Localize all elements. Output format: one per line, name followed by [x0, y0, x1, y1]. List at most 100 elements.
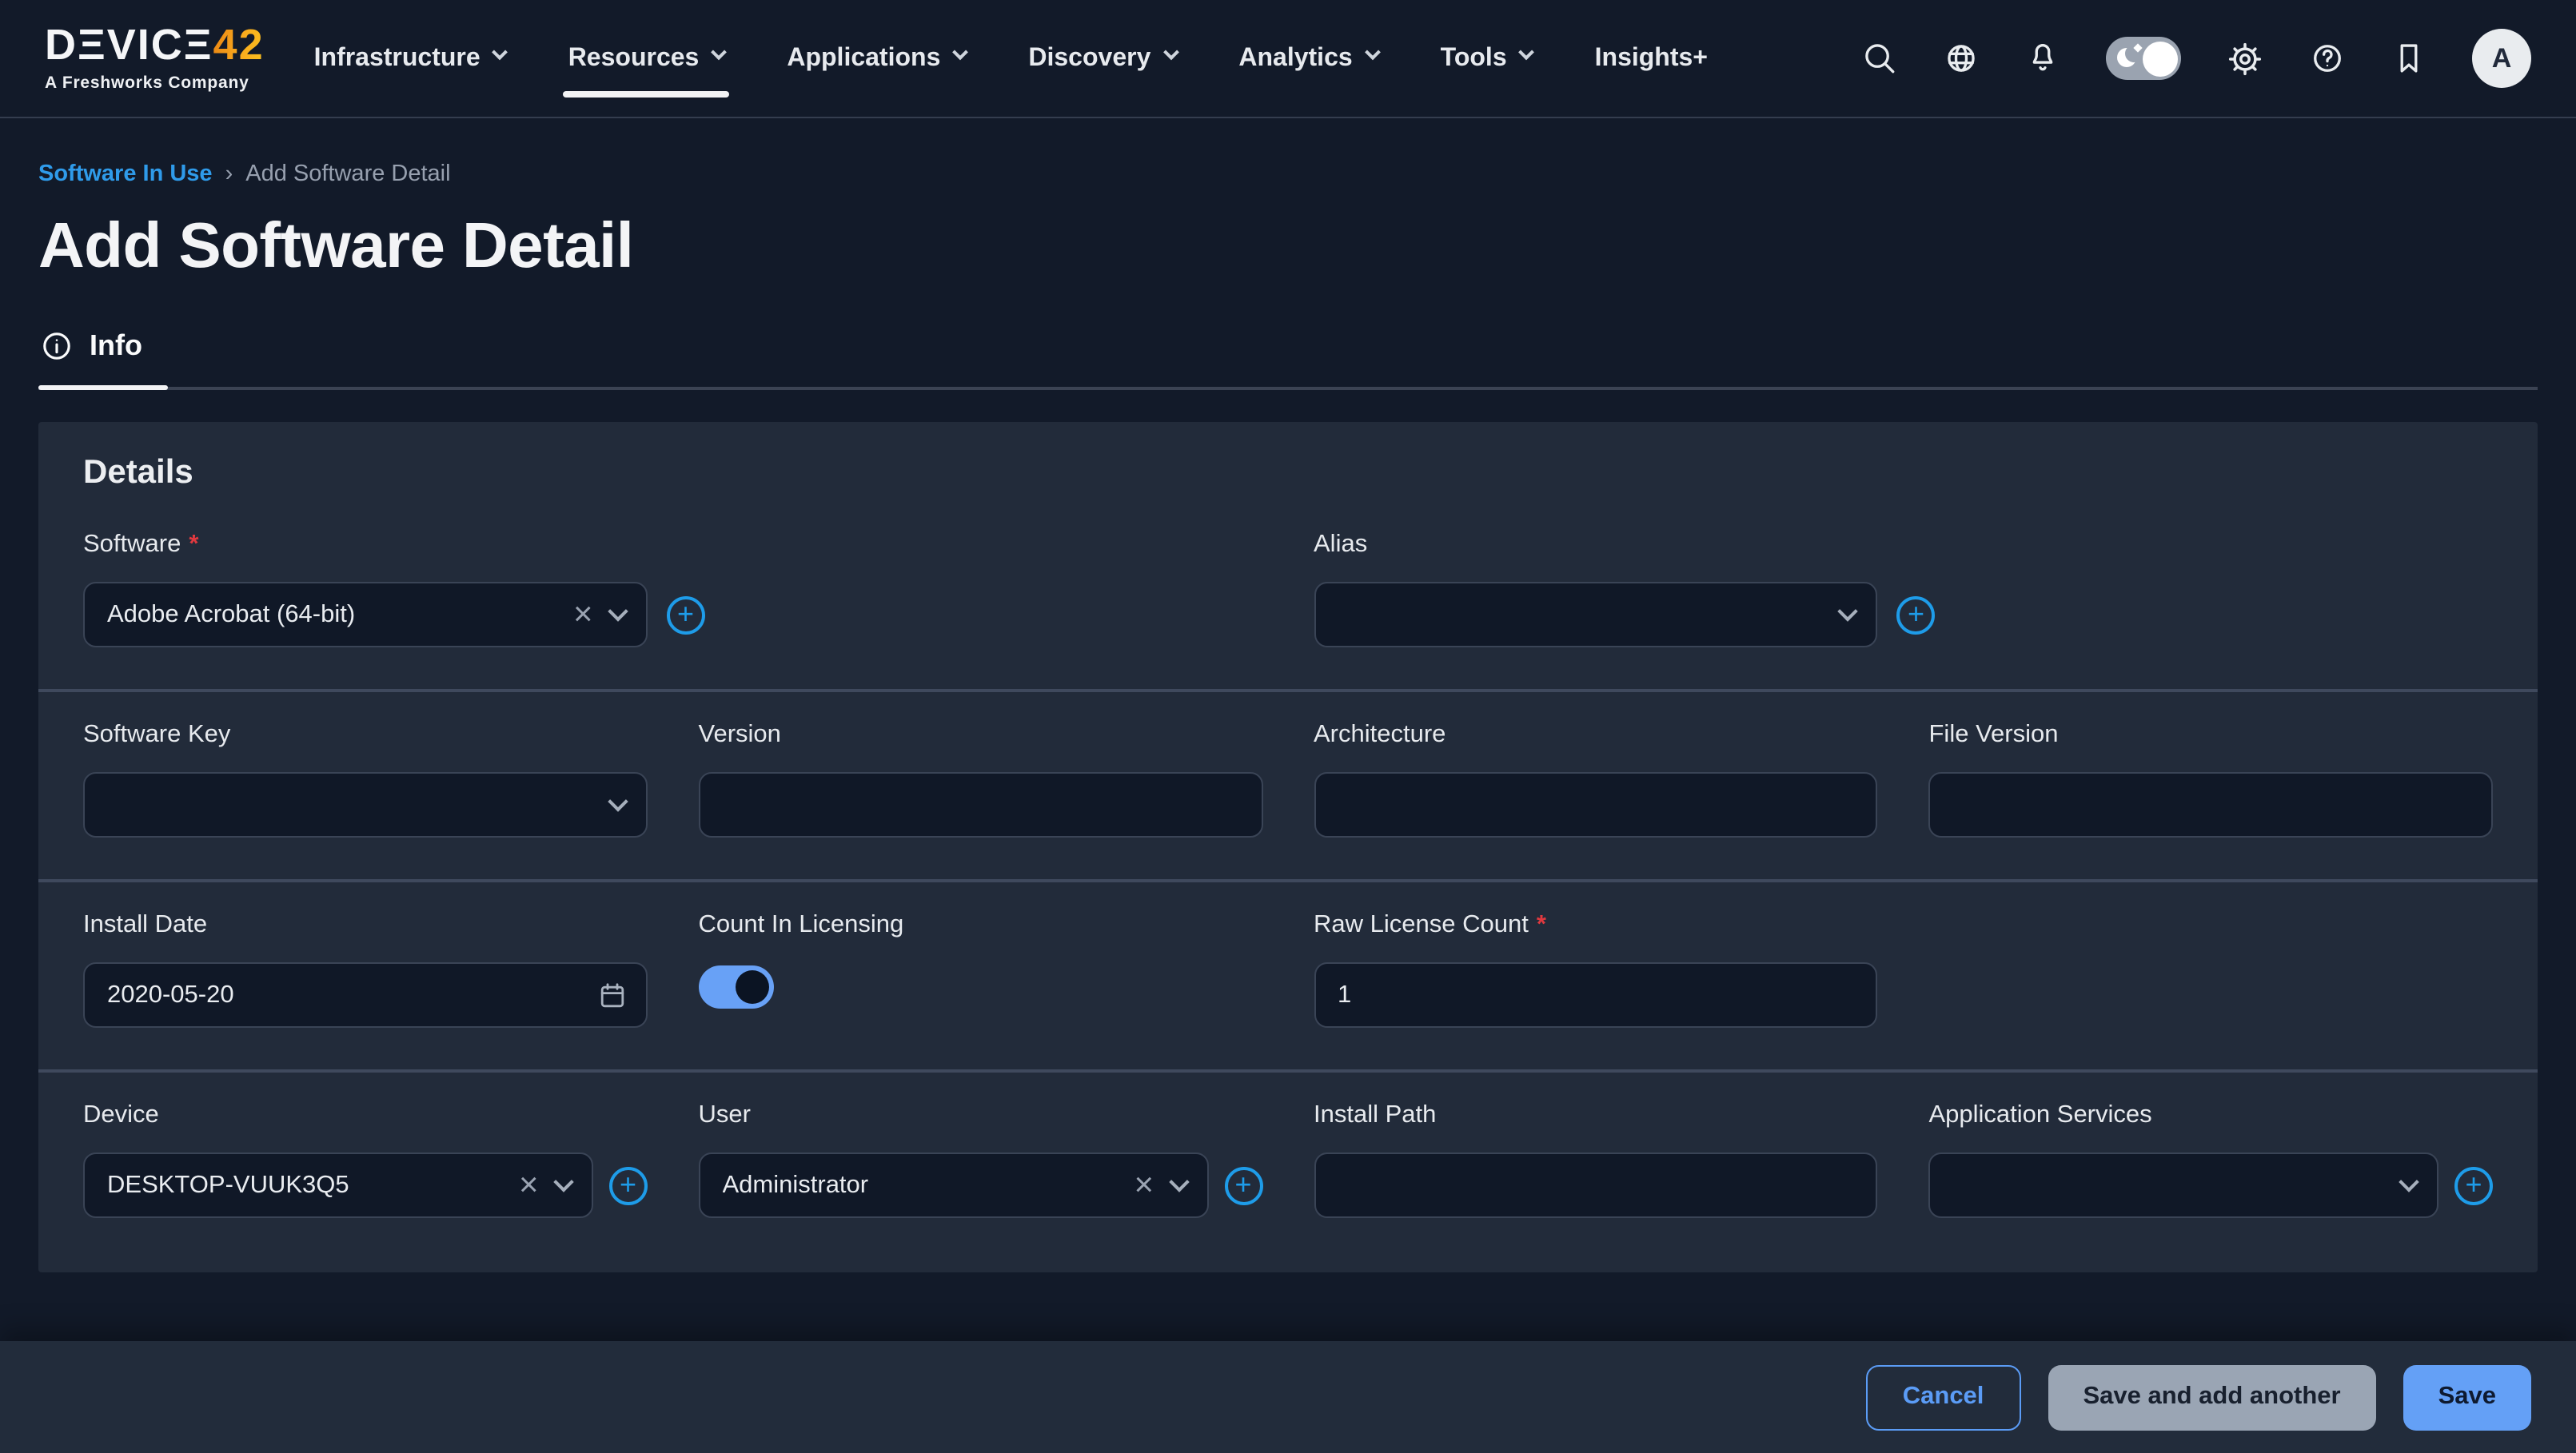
nav-item-label: Insights+: [1595, 44, 1708, 73]
tab-label: Info: [90, 329, 142, 363]
chevron-down-icon[interactable]: [608, 600, 628, 620]
add-application-service-button[interactable]: +: [2454, 1166, 2493, 1204]
page-title: Add Software Detail: [38, 208, 2576, 285]
moon-icon: [2117, 48, 2136, 67]
nav-item-infrastructure[interactable]: Infrastructure: [313, 2, 508, 114]
clear-icon[interactable]: ×: [573, 598, 593, 631]
count-in-licensing-toggle[interactable]: [699, 965, 774, 1009]
chevron-down-icon[interactable]: [1168, 1171, 1188, 1191]
form-row-key-version: Software Key Version Architecture File V…: [38, 692, 2538, 882]
breadcrumb-current: Add Software Detail: [245, 161, 450, 187]
toggle-knob: [736, 970, 769, 1004]
action-footer: Cancel Save and add another Save: [0, 1341, 2576, 1453]
user-label: User: [699, 1101, 1263, 1130]
brand-tagline: A Freshworks Company: [45, 76, 265, 93]
version-input[interactable]: [699, 772, 1263, 838]
application-services-select[interactable]: [1929, 1152, 2439, 1218]
nav-item-insights[interactable]: Insights+: [1593, 2, 1709, 114]
chevron-down-icon: [1519, 44, 1535, 60]
clear-icon[interactable]: ×: [1134, 1168, 1154, 1202]
main-menu: Infrastructure Resources Applications Di…: [313, 2, 1709, 114]
nav-item-label: Infrastructure: [314, 44, 481, 73]
software-value: Adobe Acrobat (64-bit): [107, 600, 573, 629]
clear-icon[interactable]: ×: [519, 1168, 539, 1202]
chevron-down-icon: [1162, 44, 1178, 60]
chevron-down-icon[interactable]: [608, 790, 628, 810]
required-mark: *: [189, 531, 198, 558]
breadcrumb: Software In Use › Add Software Detail: [38, 161, 2576, 187]
top-navbar: DΞVICΞ42 A Freshworks Company Infrastruc…: [0, 0, 2576, 118]
breadcrumb-link-software-in-use[interactable]: Software In Use: [38, 161, 213, 187]
bookmark-icon: [2391, 40, 2427, 77]
chevron-down-icon[interactable]: [553, 1171, 573, 1191]
search-button[interactable]: [1861, 40, 1898, 77]
bell-icon: [2024, 40, 2061, 77]
notifications-button[interactable]: [2024, 40, 2061, 77]
brand-logo[interactable]: DΞVICΞ42 A Freshworks Company: [45, 25, 265, 93]
architecture-input[interactable]: [1314, 772, 1878, 838]
alias-select[interactable]: [1314, 582, 1878, 647]
chevron-down-icon[interactable]: [1838, 600, 1858, 620]
chevron-down-icon: [1365, 44, 1381, 60]
chevron-down-icon: [711, 44, 727, 60]
chevron-down-icon[interactable]: [2399, 1171, 2418, 1191]
cancel-button[interactable]: Cancel: [1866, 1364, 2021, 1430]
section-title: Details: [38, 422, 2538, 502]
nav-item-resources[interactable]: Resources: [567, 2, 727, 114]
brand-logo-text: DΞVICΞ42: [45, 25, 265, 68]
nav-item-tools[interactable]: Tools: [1439, 2, 1534, 114]
count-in-licensing-label: Count In Licensing: [699, 911, 1263, 940]
version-label: Version: [699, 721, 1263, 750]
app-window: DΞVICΞ42 A Freshworks Company Infrastruc…: [0, 0, 2576, 1453]
add-user-button[interactable]: +: [1224, 1166, 1262, 1204]
brand-logo-number: 42: [213, 22, 265, 70]
nav-item-analytics[interactable]: Analytics: [1237, 2, 1379, 114]
add-alias-button[interactable]: +: [1897, 595, 1936, 634]
calendar-icon[interactable]: [598, 981, 627, 1009]
gear-icon: [2226, 39, 2264, 78]
add-device-button[interactable]: +: [609, 1166, 648, 1204]
required-mark: *: [1537, 911, 1546, 938]
raw-license-count-input[interactable]: [1314, 962, 1878, 1028]
device-value: DESKTOP-VUUK3Q5: [107, 1171, 519, 1200]
settings-button[interactable]: [2226, 39, 2264, 78]
user-select[interactable]: Administrator ×: [699, 1152, 1209, 1218]
install-date-label: Install Date: [83, 911, 648, 940]
tab-bar: Info: [38, 329, 2538, 390]
file-version-label: File Version: [1929, 721, 2494, 750]
form-row-install-licensing: Install Date Count In Licensing Raw Lice…: [38, 882, 2538, 1073]
info-icon: [42, 331, 72, 361]
form-row-software-alias: Software* Adobe Acrobat (64-bit) × + Ali…: [38, 502, 2538, 692]
architecture-label: Architecture: [1314, 721, 1878, 750]
user-avatar[interactable]: A: [2472, 29, 2531, 88]
language-button[interactable]: [1943, 40, 1980, 77]
alias-label: Alias: [1314, 531, 1878, 559]
nav-item-label: Resources: [568, 44, 700, 73]
file-version-input[interactable]: [1929, 772, 2494, 838]
form-row-device-user: Device DESKTOP-VUUK3Q5 × + User Administ…: [38, 1073, 2538, 1260]
nav-item-discovery[interactable]: Discovery: [1027, 2, 1178, 114]
install-path-input[interactable]: [1314, 1152, 1878, 1218]
nav-item-applications[interactable]: Applications: [785, 2, 967, 114]
help-button[interactable]: [2309, 40, 2346, 77]
theme-toggle[interactable]: [2106, 37, 2181, 80]
save-button[interactable]: Save: [2403, 1364, 2531, 1430]
install-date-input[interactable]: [83, 962, 648, 1028]
user-value: Administrator: [723, 1171, 1134, 1200]
raw-license-count-label: Raw License Count*: [1314, 911, 1878, 940]
nav-item-label: Applications: [787, 44, 940, 73]
toggle-knob: [2142, 41, 2177, 76]
application-services-label: Application Services: [1929, 1101, 2494, 1130]
save-and-add-another-button[interactable]: Save and add another: [2048, 1364, 2375, 1430]
add-software-button[interactable]: +: [667, 595, 705, 634]
chevron-down-icon: [952, 44, 968, 60]
software-key-select[interactable]: [83, 772, 648, 838]
software-select[interactable]: Adobe Acrobat (64-bit) ×: [83, 582, 648, 647]
globe-icon: [1943, 40, 1980, 77]
device-select[interactable]: DESKTOP-VUUK3Q5 ×: [83, 1152, 593, 1218]
search-icon: [1861, 40, 1898, 77]
bookmarks-button[interactable]: [2391, 40, 2427, 77]
topbar-actions: A: [1861, 29, 2531, 88]
nav-item-label: Discovery: [1028, 44, 1150, 73]
tab-info[interactable]: Info: [38, 329, 168, 387]
